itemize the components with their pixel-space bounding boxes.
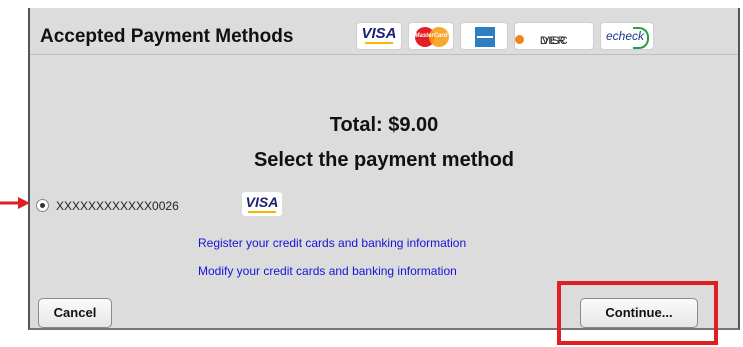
visa-card-icon: VISA — [242, 192, 282, 216]
row-visa-text: VISA — [245, 194, 279, 210]
header-bar: Accepted Payment Methods VISA MasterCard… — [30, 8, 738, 55]
account-number: XXXXXXXXXXXX0026 — [56, 199, 179, 213]
echeck-logo-text: echeck — [606, 29, 645, 43]
section-heading: Select the payment method — [253, 149, 515, 171]
order-total: Total: $9.00 — [329, 114, 439, 136]
continue-highlight-box — [557, 281, 718, 345]
mastercard-logo-icon: MasterCard — [408, 22, 454, 50]
visa-logo-text: VISA — [361, 25, 397, 42]
payment-option-radio[interactable] — [36, 199, 49, 212]
red-arrow-icon — [0, 197, 30, 209]
cancel-button[interactable]: Cancel — [38, 298, 112, 328]
mastercard-logo-text: MasterCard — [414, 33, 448, 39]
visa-logo-icon: VISA — [356, 22, 402, 50]
amex-logo-icon — [460, 22, 508, 50]
modify-cards-link[interactable]: Modify your credit cards and banking inf… — [198, 264, 457, 278]
echeck-logo-icon: echeck — [600, 22, 654, 50]
discover-logo-icon: DISC VER — [514, 22, 594, 50]
page-title: Accepted Payment Methods — [40, 26, 294, 47]
discover-logo-text-2: VER — [541, 35, 567, 47]
register-cards-link[interactable]: Register your credit cards and banking i… — [198, 236, 466, 250]
